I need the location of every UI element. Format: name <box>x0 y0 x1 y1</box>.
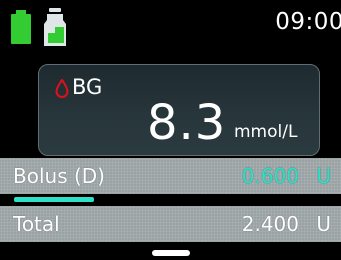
bg-card[interactable]: BG 8.3 mmol/L <box>38 64 320 156</box>
clock: 09:00 <box>275 9 341 35</box>
bg-value: 8.3 <box>147 95 227 151</box>
total-row[interactable]: Total 2.400 U <box>0 206 341 242</box>
bolus-value: 0.600 <box>241 164 299 188</box>
blood-drop-icon <box>55 79 69 98</box>
bg-label: BG <box>72 75 103 99</box>
total-value: 2.400 <box>241 212 299 236</box>
bolus-row[interactable]: Bolus (D) 0.600 U <box>0 158 341 194</box>
total-unit: U <box>316 212 331 236</box>
reservoir-icon <box>44 8 66 46</box>
battery-icon <box>11 10 31 44</box>
bolus-progress-bar <box>0 194 341 206</box>
home-indicator[interactable] <box>152 250 190 256</box>
status-bar: 09:00 <box>0 0 341 52</box>
bolus-progress-fill <box>14 197 94 202</box>
bolus-label: Bolus (D) <box>13 164 105 188</box>
total-label: Total <box>13 212 60 236</box>
pump-screen: 09:00 BG 8.3 mmol/L Bolus (D) 0.600 U To… <box>0 0 341 260</box>
bolus-unit: U <box>316 164 331 188</box>
bg-unit: mmol/L <box>234 122 298 142</box>
